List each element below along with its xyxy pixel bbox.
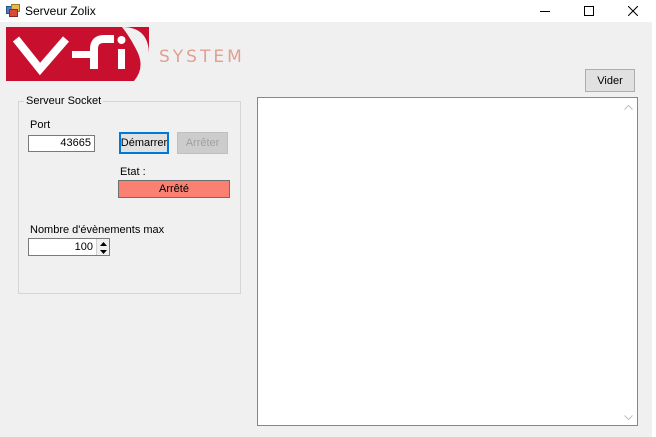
scroll-down-button[interactable]	[620, 408, 637, 425]
chevron-down-icon	[624, 411, 633, 423]
scroll-up-button[interactable]	[620, 98, 637, 115]
state-label: Etat :	[120, 166, 146, 178]
close-icon	[627, 6, 638, 16]
log-textbox[interactable]	[257, 97, 638, 426]
minimize-button[interactable]	[522, 0, 567, 22]
maximize-icon	[583, 6, 594, 16]
port-label: Port	[30, 119, 51, 131]
window-edge	[652, 22, 656, 437]
vfi-logo	[6, 27, 149, 81]
group-legend: Serveur Socket	[24, 95, 104, 107]
max-events-value: 100	[74, 241, 93, 253]
vertical-scrollbar[interactable]	[620, 98, 637, 425]
chevron-up-icon	[624, 101, 633, 113]
state-indicator: Arrêté	[118, 180, 230, 198]
stop-button[interactable]: Arrêter	[177, 132, 228, 154]
close-button[interactable]	[610, 0, 655, 22]
max-events-stepper[interactable]: 100	[28, 238, 110, 256]
clear-button[interactable]: Vider	[585, 69, 635, 92]
main-form: SYSTEM Vider Serveur Socket Port 43665 D…	[0, 22, 652, 437]
window-title: Serveur Zolix	[25, 4, 96, 18]
title-bar: Serveur Zolix	[0, 0, 656, 22]
maximize-button[interactable]	[566, 0, 611, 22]
logo-subtitle: SYSTEM	[159, 47, 245, 67]
spin-buttons	[96, 239, 109, 255]
port-input[interactable]: 43665	[28, 135, 95, 152]
chevron-down-icon	[99, 245, 107, 257]
max-events-label: Nombre d'évènements max	[30, 224, 165, 236]
start-button[interactable]: Démarrer	[119, 132, 169, 154]
minimize-icon	[539, 6, 550, 16]
app-window-icon	[6, 4, 20, 17]
spin-down-button[interactable]	[97, 247, 109, 255]
